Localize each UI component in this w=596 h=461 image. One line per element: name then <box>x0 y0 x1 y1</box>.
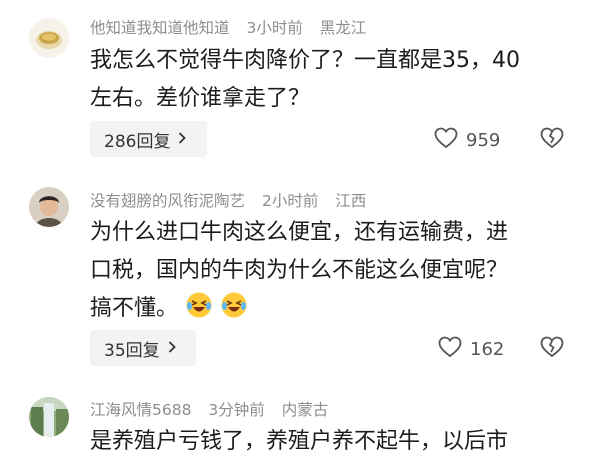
like-count: 959 <box>466 130 501 151</box>
comment-text-line: 是养殖户亏钱了，养殖户养不起牛，以后市 <box>90 429 509 454</box>
comment-meta: 没有翅膀的风衔泥陶艺 2小时前 江西 <box>90 189 378 211</box>
comment-text: 我怎么不觉得牛肉降价了？一直都是35，40 左右。差价谁拿走了？ <box>90 42 580 118</box>
laughing-crying-emoji-icon <box>220 291 248 332</box>
username[interactable]: 江海风情5688 <box>90 401 191 419</box>
comment-text-line: 我怎么不觉得牛肉降价了？一直都是35，40 <box>90 48 520 73</box>
avatar[interactable] <box>29 18 69 58</box>
heart-outline-icon <box>438 336 470 363</box>
timestamp: 2小时前 <box>261 192 319 210</box>
chevron-right-icon <box>168 339 176 357</box>
username[interactable]: 没有翅膀的风衔泥陶艺 <box>90 192 245 210</box>
timestamp: 3小时前 <box>246 19 303 37</box>
chevron-right-icon <box>178 130 187 148</box>
avatar[interactable] <box>29 397 69 437</box>
dislike-button[interactable] <box>540 336 564 362</box>
location: 内蒙古 <box>281 401 329 419</box>
like-button[interactable]: 162 <box>438 336 504 363</box>
broken-heart-icon <box>540 336 564 362</box>
comment-meta: 江海风情5688 3分钟前 内蒙古 <box>90 398 340 420</box>
dislike-button[interactable] <box>540 127 564 153</box>
avatar[interactable] <box>29 187 69 227</box>
comment-text-line: 为什么进口牛肉这么便宜，还有运输费，进 <box>90 220 509 245</box>
comment-item: 江海风情5688 3分钟前 内蒙古 是养殖户亏钱了，养殖户养不起牛，以后市 <box>0 390 596 454</box>
timestamp: 3分钟前 <box>208 401 265 419</box>
location: 黑龙江 <box>319 19 367 37</box>
replies-button[interactable]: 286回复 <box>90 121 207 157</box>
comment-text: 为什么进口牛肉这么便宜，还有运输费，进 口税，国内的牛肉为什么不能这么便宜呢？ … <box>90 214 580 332</box>
broken-heart-icon <box>540 127 564 153</box>
replies-label: 286回复 <box>104 131 171 152</box>
replies-label: 35回复 <box>104 340 160 361</box>
heart-outline-icon <box>434 127 466 154</box>
comment-text: 是养殖户亏钱了，养殖户养不起牛，以后市 <box>90 423 580 461</box>
laughing-crying-emoji-icon <box>185 291 213 332</box>
comment-item: 他知道我知道他知道 3小时前 黑龙江 我怎么不觉得牛肉降价了？一直都是35，40… <box>0 0 596 170</box>
comment-text-line: 左右。差价谁拿走了？ <box>90 86 311 111</box>
like-button[interactable]: 959 <box>434 127 500 154</box>
comment-item: 没有翅膀的风衔泥陶艺 2小时前 江西 为什么进口牛肉这么便宜，还有运输费，进 口… <box>0 175 596 375</box>
comment-text-line-with-emoji: 搞不懂。 <box>90 290 580 332</box>
comment-meta: 他知道我知道他知道 3小时前 黑龙江 <box>90 16 378 38</box>
like-count: 162 <box>470 339 505 360</box>
comment-text-line: 口税，国内的牛肉为什么不能这么便宜呢？ <box>90 258 509 283</box>
comment-text-line: 搞不懂。 <box>90 296 179 321</box>
username[interactable]: 他知道我知道他知道 <box>90 19 230 37</box>
location: 江西 <box>335 192 367 210</box>
replies-button[interactable]: 35回复 <box>90 330 196 366</box>
